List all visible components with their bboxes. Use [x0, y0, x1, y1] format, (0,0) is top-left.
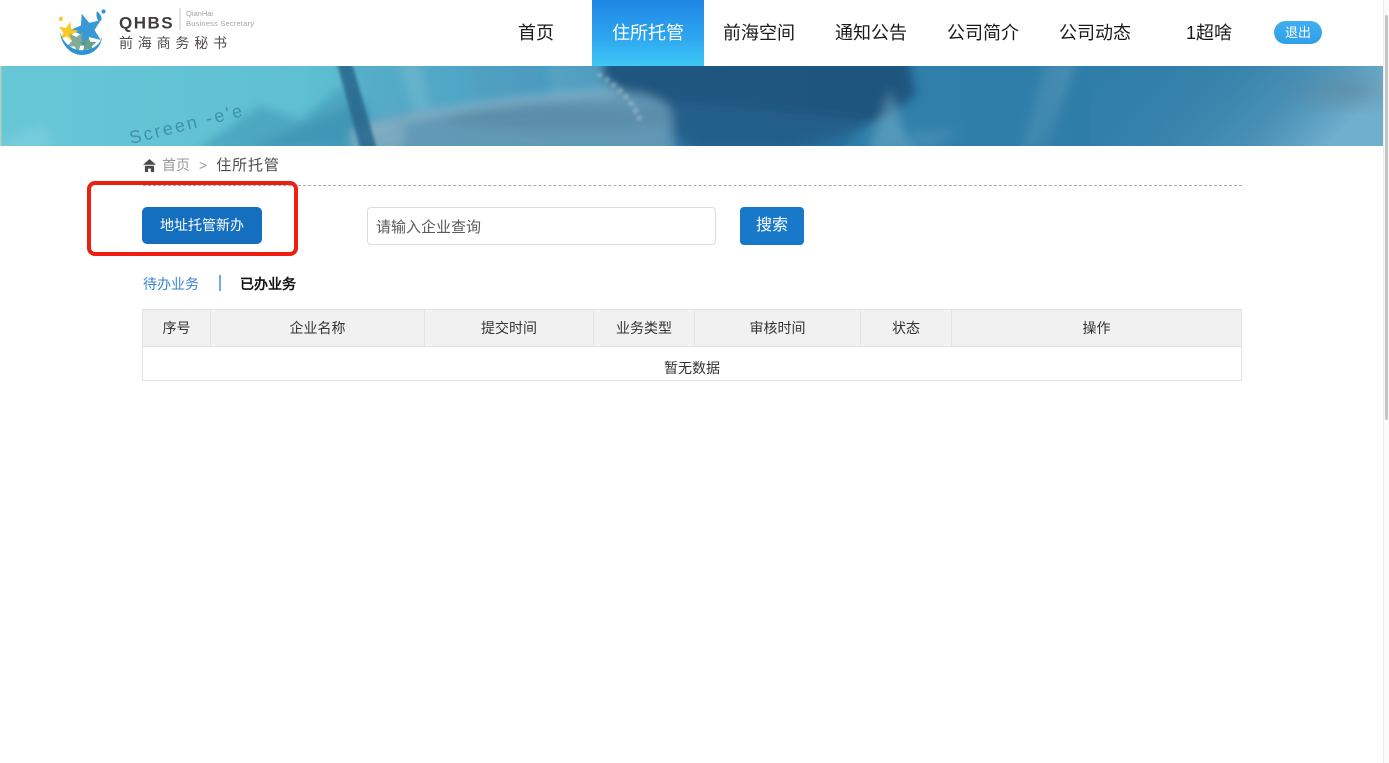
svg-text:QHBS: QHBS	[119, 14, 174, 33]
svg-text:Business Secretary: Business Secretary	[186, 19, 254, 28]
svg-text:前海商务秘书: 前海商务秘书	[119, 35, 232, 51]
svg-text:QianHai: QianHai	[186, 9, 213, 18]
